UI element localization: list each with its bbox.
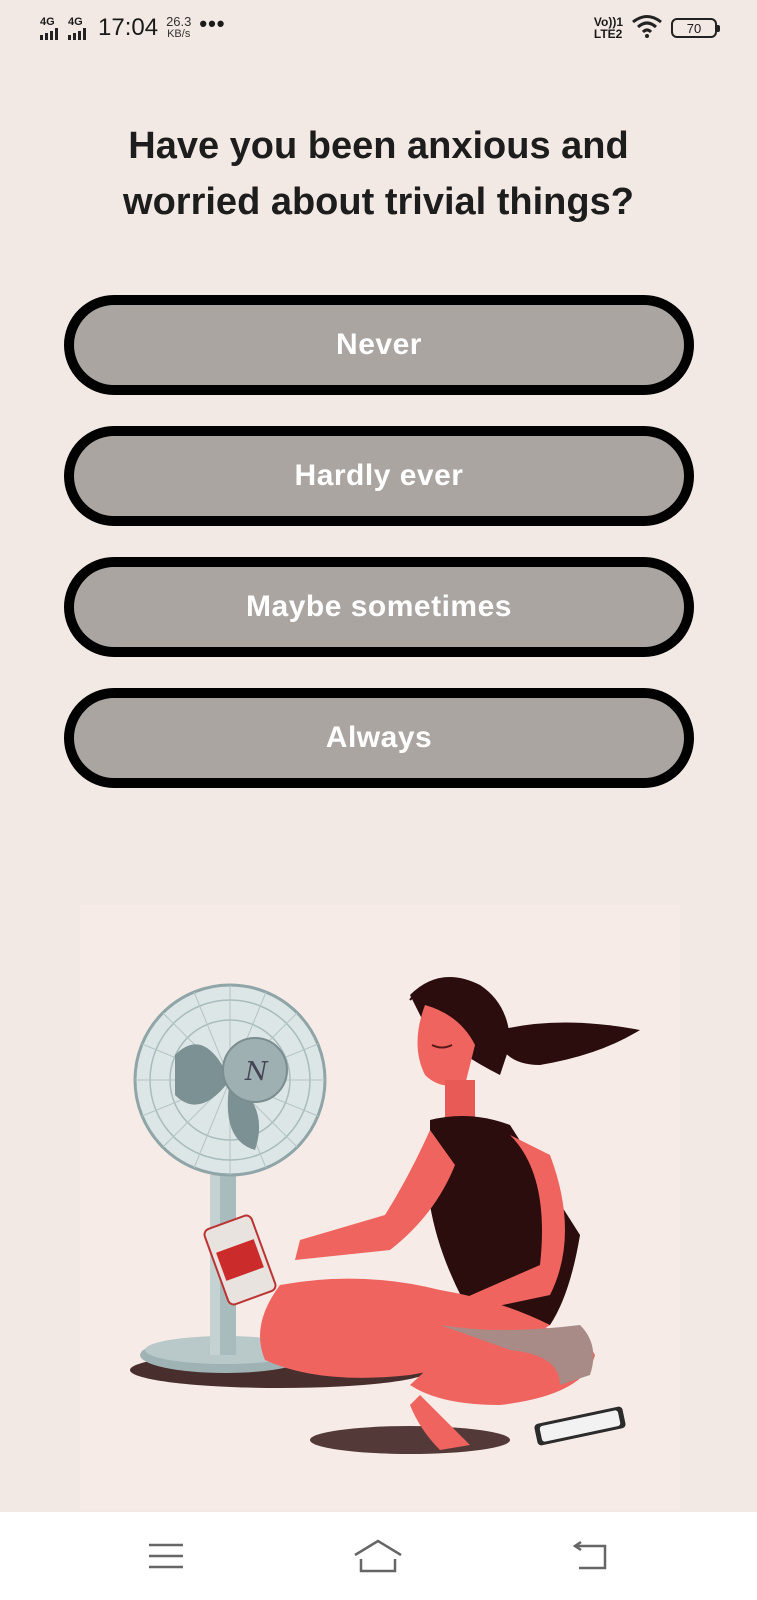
network-speed: 26.3 KB/s (166, 15, 191, 41)
network-type-1: 4G (40, 15, 55, 28)
question-line-1: Have you been anxious and (128, 125, 629, 167)
back-button[interactable] (561, 1531, 621, 1581)
battery-icon: 70 (671, 18, 720, 38)
menu-icon (149, 1543, 184, 1569)
speed-unit: KB/s (167, 28, 191, 40)
answer-maybe-sometimes-button[interactable]: Maybe sometimes (64, 557, 694, 657)
back-icon (572, 1540, 607, 1570)
home-icon (354, 1539, 403, 1573)
home-button[interactable] (348, 1531, 408, 1581)
clock: 17:04 (98, 14, 159, 41)
woman-with-fan-illustration: N (130, 977, 640, 1454)
screen: 4G 4G 17:04 26.3 KB/s ••• Vo))1 LTE2 70 … (0, 0, 757, 1600)
signal-1: 4G (40, 15, 58, 40)
answer-list: Never Hardly ever Maybe sometimes Always (64, 295, 694, 819)
more-notifications-icon: ••• (199, 11, 226, 36)
status-bar: 4G 4G 17:04 26.3 KB/s ••• Vo))1 LTE2 70 (0, 0, 757, 56)
signal-bars-icon (40, 27, 58, 40)
volte-indicator: Vo))1 LTE2 (594, 16, 623, 40)
wifi-icon (631, 14, 663, 43)
answer-never-button[interactable]: Never (64, 295, 694, 395)
answer-hardly-ever-button[interactable]: Hardly ever (64, 426, 694, 526)
battery-level: 70 (686, 20, 702, 36)
question-line-2: worried about trivial things? (123, 181, 634, 223)
fan-logo: N (244, 1057, 269, 1087)
speed-value: 26.3 (166, 14, 192, 29)
question-title: Have you been anxious and worried about … (60, 118, 697, 230)
signal-bars-icon (68, 27, 86, 40)
network-type-2: 4G (68, 15, 83, 28)
signal-2: 4G (68, 15, 86, 40)
menu-button[interactable] (136, 1531, 196, 1581)
status-right: Vo))1 LTE2 70 (594, 14, 720, 43)
answer-always-button[interactable]: Always (64, 688, 694, 788)
navigation-bar (0, 1512, 757, 1600)
illustration: N (80, 905, 680, 1510)
status-left: 4G 4G 17:04 26.3 KB/s ••• (40, 11, 226, 42)
volte-bottom: LTE2 (593, 27, 623, 41)
